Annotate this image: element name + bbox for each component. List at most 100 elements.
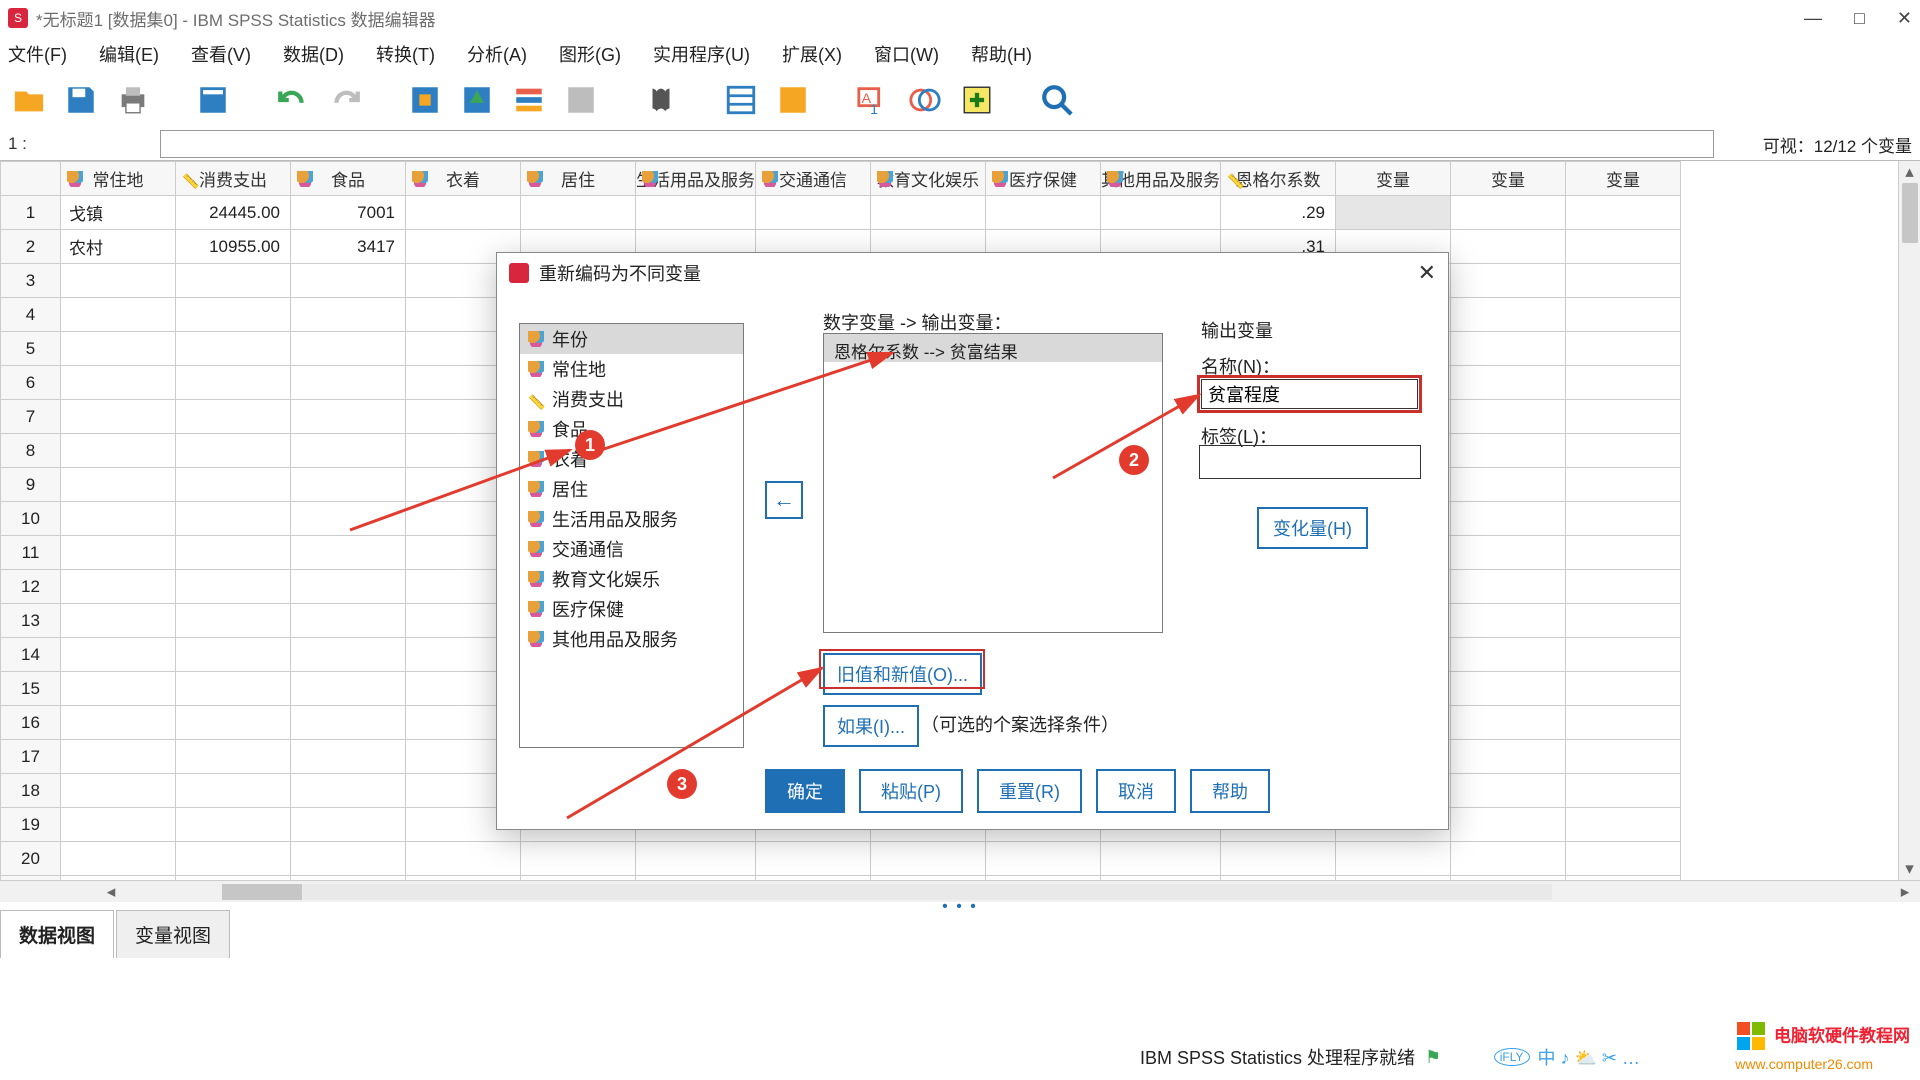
grid-cell[interactable] [61, 502, 176, 536]
search-icon[interactable] [1038, 81, 1076, 119]
grid-cell[interactable] [1566, 706, 1681, 740]
if-button[interactable]: 如果(I)... [823, 705, 919, 747]
output-name-input[interactable] [1201, 379, 1418, 409]
grid-cell[interactable] [871, 876, 986, 881]
grid-cell[interactable] [291, 434, 406, 468]
cancel-button[interactable]: 取消 [1096, 769, 1176, 813]
varlist-item[interactable]: 教育文化娱乐 [520, 564, 743, 594]
row-header[interactable]: 8 [1, 434, 61, 468]
grid-cell[interactable] [61, 672, 176, 706]
grid-cell[interactable] [1566, 604, 1681, 638]
grid-cell[interactable] [291, 842, 406, 876]
grid-cell[interactable] [61, 706, 176, 740]
grid-cell[interactable] [176, 876, 291, 881]
mapping-list[interactable]: 恩格尔系数 --> 贫富结果 [823, 333, 1163, 633]
ime-indicator[interactable]: iFLY中 ♪ ⛅ ✂ … [1494, 1044, 1640, 1070]
menu-item[interactable]: 数据(D) [283, 41, 344, 67]
varlist-item[interactable]: 食品 [520, 414, 743, 444]
grid-cell[interactable] [291, 264, 406, 298]
grid-cell[interactable] [1101, 196, 1221, 230]
grid-cell[interactable] [986, 842, 1101, 876]
grid-cell[interactable] [1566, 366, 1681, 400]
grid-cell[interactable] [1336, 842, 1451, 876]
close-icon[interactable]: ✕ [1897, 8, 1912, 29]
column-header[interactable]: 食品 [291, 162, 406, 196]
grid-cell[interactable] [1451, 400, 1566, 434]
grid-cell[interactable] [291, 808, 406, 842]
find-icon[interactable] [642, 81, 680, 119]
output-tag-input[interactable] [1199, 445, 1421, 479]
grid-cell[interactable] [871, 196, 986, 230]
row-header[interactable]: 5 [1, 332, 61, 366]
grid-cell[interactable] [1566, 672, 1681, 706]
grid-cell[interactable] [756, 876, 871, 881]
grid-cell[interactable] [1566, 230, 1681, 264]
grid-icon-a[interactable] [562, 81, 600, 119]
grid-cell[interactable]: .29 [1221, 196, 1336, 230]
column-header[interactable]: 变量 [1566, 162, 1681, 196]
varlist-item[interactable]: 年份 [520, 324, 743, 354]
grid-cell[interactable]: 10955.00 [176, 230, 291, 264]
grid-cell[interactable] [291, 706, 406, 740]
grid-cell[interactable] [1451, 502, 1566, 536]
row-header[interactable]: 6 [1, 366, 61, 400]
grid-cell[interactable] [1566, 740, 1681, 774]
grid-cell[interactable]: 24445.00 [176, 196, 291, 230]
grid-cell[interactable] [176, 638, 291, 672]
grid-cell[interactable] [986, 876, 1101, 881]
goto-case-icon[interactable] [406, 81, 444, 119]
scroll-left-icon[interactable]: ◂ [100, 882, 122, 902]
grid-cell[interactable] [176, 400, 291, 434]
grid-cell[interactable]: 3417 [291, 230, 406, 264]
row-header[interactable]: 17 [1, 740, 61, 774]
grid-cell[interactable] [61, 808, 176, 842]
grid-cell[interactable] [1566, 638, 1681, 672]
grid-cell[interactable] [61, 264, 176, 298]
row-header[interactable]: 3 [1, 264, 61, 298]
row-header[interactable]: 20 [1, 842, 61, 876]
row-header[interactable]: 16 [1, 706, 61, 740]
grid-cell[interactable] [176, 434, 291, 468]
scroll-right-icon[interactable]: ▸ [1894, 882, 1916, 902]
grid-cell[interactable] [1566, 842, 1681, 876]
menu-item[interactable]: 图形(G) [559, 41, 621, 67]
row-header[interactable]: 14 [1, 638, 61, 672]
grid-cell[interactable] [521, 876, 636, 881]
menu-item[interactable]: 编辑(E) [99, 41, 159, 67]
column-header[interactable]: 恩格尔系数 [1221, 162, 1336, 196]
column-header[interactable]: 教育文化娱乐 [871, 162, 986, 196]
grid-cell[interactable] [406, 196, 521, 230]
grid-cell[interactable] [291, 604, 406, 638]
column-header[interactable]: 交通通信 [756, 162, 871, 196]
menu-item[interactable]: 帮助(H) [971, 41, 1032, 67]
grid-cell[interactable] [1336, 196, 1451, 230]
grid-cell[interactable] [291, 536, 406, 570]
grid-cell[interactable] [61, 366, 176, 400]
save-icon[interactable] [62, 81, 100, 119]
grid-cell[interactable] [1566, 808, 1681, 842]
dialog-close-icon[interactable]: ✕ [1418, 260, 1436, 286]
help-button[interactable]: 帮助 [1190, 769, 1270, 813]
menu-item[interactable]: 实用程序(U) [653, 41, 750, 67]
grid-cell[interactable] [61, 332, 176, 366]
grid-cell[interactable] [291, 740, 406, 774]
grid-cell[interactable] [61, 298, 176, 332]
grid-cell[interactable] [291, 366, 406, 400]
row-header[interactable]: 19 [1, 808, 61, 842]
row-header[interactable]: 21 [1, 876, 61, 881]
menu-item[interactable]: 转换(T) [376, 41, 435, 67]
goto-var-icon[interactable] [458, 81, 496, 119]
menu-item[interactable]: 查看(V) [191, 41, 251, 67]
column-header[interactable]: 衣着 [406, 162, 521, 196]
grid-cell[interactable] [1451, 842, 1566, 876]
grid-cell[interactable] [1451, 774, 1566, 808]
horizontal-scrollbar[interactable]: ◂ ▸ [0, 880, 1920, 902]
grid-cell[interactable] [176, 808, 291, 842]
use-sets-icon[interactable] [906, 81, 944, 119]
grid-cell[interactable] [176, 672, 291, 706]
grid-cell[interactable] [1451, 196, 1566, 230]
grid-cell[interactable] [756, 196, 871, 230]
grid-cell[interactable] [291, 468, 406, 502]
grid-cell[interactable] [291, 400, 406, 434]
row-header[interactable]: 4 [1, 298, 61, 332]
